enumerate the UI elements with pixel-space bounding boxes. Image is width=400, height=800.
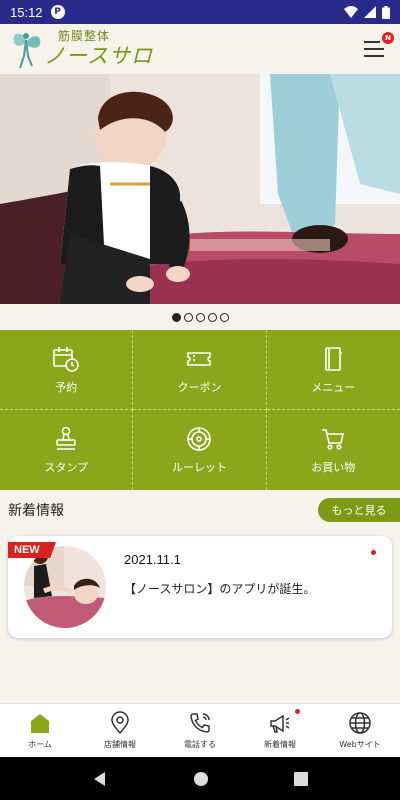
grid-item-label: ルーレット	[171, 461, 227, 474]
stamp-icon	[56, 426, 76, 450]
carousel-indicator	[0, 304, 400, 330]
salon-logo[interactable]: 筋膜整体 ノースサロン	[10, 26, 160, 98]
tab-label: Webサイト	[339, 740, 381, 749]
grid-item-label: 予約	[55, 380, 78, 394]
ticket-icon	[187, 351, 212, 366]
grid-item-label: メニュー	[311, 380, 356, 394]
news-photo	[24, 546, 106, 628]
grid-item-stamp[interactable]: スタンプ	[0, 410, 134, 490]
status-time: 15:12	[10, 4, 43, 20]
globe-icon	[349, 712, 371, 734]
signal-icon	[364, 6, 376, 18]
back-icon[interactable]	[92, 771, 108, 787]
grid-item-roulette[interactable]: ルーレット	[133, 410, 267, 490]
menu-line	[364, 48, 384, 50]
battery-icon	[382, 5, 390, 19]
bottom-tab-bar: ホーム 店舗情報 電話する 新着情報 Webサイト	[0, 703, 400, 757]
wifi-icon	[344, 6, 358, 18]
grid-item-coupon[interactable]: クーポン	[133, 330, 267, 410]
status-bar: 15:12 P	[0, 0, 400, 24]
roulette-icon	[187, 427, 212, 451]
new-badge: NEW	[8, 542, 56, 558]
feature-grid: 予約 クーポン メニュー スタンプ ルーレット お買い物	[0, 330, 400, 490]
recents-icon[interactable]	[293, 771, 308, 786]
tab-label: 店舗情報	[104, 740, 136, 749]
grid-item-label: クーポン	[177, 380, 222, 394]
grid-item-label: スタンプ	[44, 461, 88, 474]
calendar-clock-icon	[53, 346, 79, 372]
news-thumbnail	[24, 546, 106, 628]
menu-notification-badge: N	[382, 32, 394, 44]
tab-label: 電話する	[184, 740, 216, 749]
carousel-dot[interactable]	[183, 312, 193, 322]
tab-label: ホーム	[28, 740, 52, 749]
cart-icon	[322, 429, 345, 450]
tab-unread-dot	[295, 709, 300, 714]
phone-icon	[190, 713, 210, 733]
carousel-dot[interactable]	[207, 312, 217, 322]
tab-website[interactable]: Webサイト	[320, 704, 400, 757]
tab-call[interactable]: 電話する	[160, 704, 240, 757]
see-more-button[interactable]: もっと見る	[318, 498, 400, 522]
news-text: 【ノースサロン】のアプリが誕生。	[124, 582, 316, 596]
tab-home[interactable]: ホーム	[0, 704, 80, 757]
home-button-icon[interactable]	[193, 771, 209, 787]
news-section-header: 新着情報 もっと見る	[0, 498, 400, 522]
grid-item-reservation[interactable]: 予約	[0, 330, 134, 410]
news-section-title: 新着情報	[8, 503, 64, 519]
megaphone-icon	[270, 714, 290, 733]
book-icon	[325, 346, 343, 371]
system-nav-bar	[0, 757, 400, 800]
carousel-dot[interactable]	[219, 312, 229, 322]
grid-item-menu[interactable]: メニュー	[266, 330, 400, 410]
unread-indicator	[371, 550, 376, 555]
menu-line	[364, 41, 380, 43]
hero-carousel[interactable]	[0, 74, 400, 304]
news-date: 2021.11.1	[124, 552, 181, 567]
app-header: 筋膜整体 ノースサロン N	[0, 24, 400, 98]
menu-line	[364, 55, 384, 57]
notification-icon: P	[50, 5, 65, 19]
news-card[interactable]: NEW 2021.11.1 【ノースサロン】のアプリが誕生。	[8, 536, 392, 638]
map-pin-icon	[111, 711, 129, 735]
tab-news[interactable]: 新着情報	[240, 704, 320, 757]
carousel-dot[interactable]	[195, 312, 205, 322]
tab-label: 新着情報	[264, 740, 296, 749]
fairy-icon	[13, 33, 41, 69]
tab-store-info[interactable]: 店舗情報	[80, 704, 160, 757]
carousel-dot[interactable]	[171, 312, 181, 322]
grid-item-label: お買い物	[311, 461, 356, 474]
hero-photo	[0, 74, 400, 304]
hamburger-menu-button[interactable]: N	[364, 32, 394, 58]
home-icon	[31, 714, 49, 733]
grid-item-shopping[interactable]: お買い物	[267, 410, 400, 490]
